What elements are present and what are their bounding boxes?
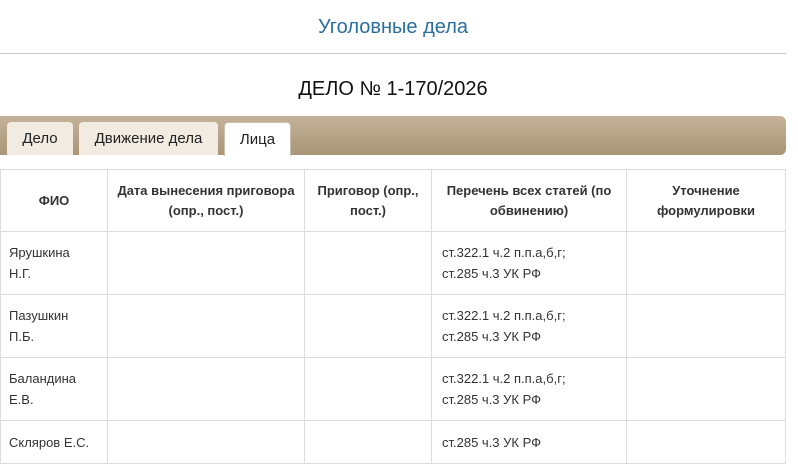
- cell-verdict-date: [107, 420, 305, 464]
- cell-clarification: [626, 357, 786, 421]
- cell-name: Баландина Е.В.: [0, 357, 108, 421]
- column-header-name: ФИО: [0, 169, 108, 232]
- cell-clarification: [626, 294, 786, 358]
- header-divider: [0, 53, 786, 54]
- cell-clarification: [626, 420, 786, 464]
- column-header-verdict: Приговор (опр., пост.): [304, 169, 432, 232]
- cell-verdict-date: [107, 357, 305, 421]
- table-row: Пазушкин П.Б. ст.322.1 ч.2 п.п.а,б,г; ст…: [0, 294, 786, 358]
- table-row: Баландина Е.В. ст.322.1 ч.2 п.п.а,б,г; с…: [0, 357, 786, 421]
- cell-articles: ст.322.1 ч.2 п.п.а,б,г; ст.285 ч.3 УК РФ: [431, 294, 627, 358]
- cell-clarification: [626, 231, 786, 295]
- cell-verdict-date: [107, 231, 305, 295]
- cell-verdict: [304, 231, 432, 295]
- cell-articles: ст.322.1 ч.2 п.п.а,б,г; ст.285 ч.3 УК РФ: [431, 231, 627, 295]
- page-header-title: Уголовные дела: [317, 16, 468, 38]
- column-header-verdict-date: Дата вынесения приговора (опр., пост.): [107, 169, 305, 232]
- cell-verdict-date: [107, 294, 305, 358]
- case-title: ДЕЛО № 1-170/2026: [298, 78, 488, 100]
- cell-verdict: [304, 420, 432, 464]
- table-row: Скляров Е.С. ст.285 ч.3 УК РФ: [0, 420, 786, 464]
- table-header-row: ФИО Дата вынесения приговора (опр., пост…: [0, 169, 786, 232]
- cell-name: Ярушкина Н.Г.: [0, 231, 108, 295]
- cell-name: Скляров Е.С.: [0, 420, 108, 464]
- tab-persons[interactable]: Лица: [224, 122, 291, 156]
- tab-case[interactable]: Дело: [7, 122, 73, 155]
- cell-name: Пазушкин П.Б.: [0, 294, 108, 358]
- tab-case-movement[interactable]: Движение дела: [79, 122, 218, 155]
- cell-articles: ст.285 ч.3 УК РФ: [431, 420, 627, 464]
- column-header-clarification: Уточнение формулировки: [626, 169, 786, 232]
- cell-verdict: [304, 294, 432, 358]
- column-header-articles: Перечень всех статей (по обвинению): [431, 169, 627, 232]
- table-row: Ярушкина Н.Г. ст.322.1 ч.2 п.п.а,б,г; ст…: [0, 231, 786, 295]
- cell-verdict: [304, 357, 432, 421]
- cell-articles: ст.322.1 ч.2 п.п.а,б,г; ст.285 ч.3 УК РФ: [431, 357, 627, 421]
- persons-table: ФИО Дата вынесения приговора (опр., пост…: [0, 169, 786, 464]
